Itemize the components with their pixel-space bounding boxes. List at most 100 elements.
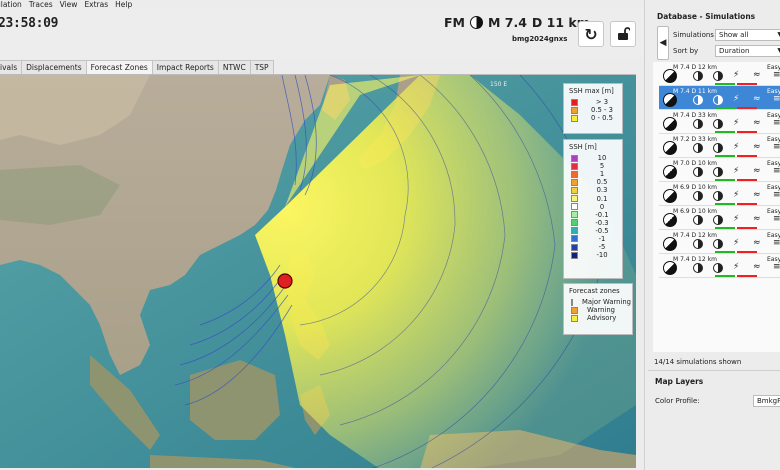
legend-row: -1 [569,235,617,243]
status-bar-alert [737,155,757,157]
status-bar-alert [737,227,757,229]
beachball-icon [663,189,677,203]
simulation-row[interactable]: M 6.9 D 10 kmEasyW⚡≈≡ [659,206,780,230]
tab-5[interactable]: TSP [250,60,274,74]
wave-icon[interactable]: ≈ [753,214,761,224]
source-icon[interactable]: ⚡ [733,166,739,176]
layers-icon[interactable]: ≡ [773,70,780,80]
utc-clock: 23:58:09 [0,16,58,31]
menu-item-2[interactable]: View [60,0,78,9]
simulation-row[interactable]: M 7.4 D 12 kmEasyW⚡≈≡ [659,62,780,86]
legend-row: -5 [569,243,617,251]
source-icon[interactable]: ⚡ [733,94,739,104]
collapse-button[interactable]: ◀ [657,26,669,60]
tsunami-map[interactable]: 150 E SSH max [m] > 30.5 - 30 - 0.5 SSH … [0,74,636,468]
legend-row: 0.3 [569,186,617,194]
status-bar-alert [737,179,757,181]
simulation-row[interactable]: M 7.0 D 10 kmEasyW⚡≈≡ [659,158,780,182]
simulation-row[interactable]: M 7.4 D 11 kmEasyW⚡≈≡ [659,86,780,110]
wave-icon[interactable]: ≈ [753,166,761,176]
wave-icon[interactable]: ≈ [753,118,761,128]
wave-icon[interactable]: ≈ [753,142,761,152]
simulation-row[interactable]: M 7.4 D 12 kmEasyW⚡≈≡ [659,254,780,278]
menu-item-4[interactable]: Help [115,0,132,9]
legend-zones-title: Forecast zones [569,287,627,295]
simulation-list[interactable]: M 7.4 D 12 kmEasyW⚡≈≡M 7.4 D 11 kmEasyW⚡… [653,62,780,352]
wave-icon[interactable]: ≈ [753,262,761,272]
mechanism-icon [693,239,703,249]
simulation-label: M 7.4 D 12 km [673,232,717,239]
legend-row: 0.5 - 3 [569,106,617,114]
legend-row: 5 [569,162,617,170]
legend-label: 1 [587,170,617,178]
simulation-row[interactable]: M 7.2 D 33 kmEasyW⚡≈≡ [659,134,780,158]
status-bar-ok [715,203,735,205]
simulation-label: M 7.4 D 11 km [673,88,717,95]
source-icon[interactable]: ⚡ [733,142,739,152]
wave-icon[interactable]: ≈ [753,238,761,248]
legend-row: 0.5 [569,178,617,186]
tab-4[interactable]: NTWC [218,60,251,74]
simulation-row[interactable]: M 6.9 D 10 kmEasyW⚡≈≡ [659,182,780,206]
map-canvas [0,75,636,468]
menu-item-0[interactable]: ulation [0,0,22,9]
source-icon[interactable]: ⚡ [733,70,739,80]
simulation-row[interactable]: M 7.4 D 33 kmEasyW⚡≈≡ [659,110,780,134]
legend-swatch [571,187,578,194]
wave-icon[interactable]: ≈ [753,70,761,80]
menu-item-3[interactable]: Extras [84,0,108,9]
legend-label: > 3 [587,98,617,106]
sort-select-value: Duration [719,47,749,55]
tab-1[interactable]: Displacements [21,60,86,74]
tab-2[interactable]: Forecast Zones [86,60,153,74]
lock-button[interactable] [610,21,636,47]
mechanism-icon [713,215,723,225]
tab-3[interactable]: Impact Reports [152,60,219,74]
layers-icon[interactable]: ≡ [773,118,780,128]
layers-icon[interactable]: ≡ [773,94,780,104]
legend-row: 0 - 0.5 [569,114,617,122]
source-icon[interactable]: ⚡ [733,238,739,248]
menu-bar: ulation Traces View Extras Help [0,0,640,9]
layers-icon[interactable]: ≡ [773,214,780,224]
legend-swatch [571,315,578,322]
beachball-icon [663,237,677,251]
mechanism-icon [713,191,723,201]
layers-icon[interactable]: ≡ [773,190,780,200]
legend-forecast-zones: Forecast zones Major WarningWarningAdvis… [563,283,633,335]
layers-icon[interactable]: ≡ [773,166,780,176]
legend-label: Major Warning [582,298,631,306]
wave-icon[interactable]: ≈ [753,190,761,200]
status-bar-ok [715,275,735,277]
layers-icon[interactable]: ≡ [773,142,780,152]
tab-bar: rrivalsDisplacementsForecast ZonesImpact… [0,60,273,74]
mechanism-icon [713,167,723,177]
source-icon[interactable]: ⚡ [733,262,739,272]
filter-select[interactable]: Show all ▼ [715,29,780,41]
mechanism-icon [713,71,723,81]
status-bar-alert [737,131,757,133]
refresh-button[interactable]: ↻ [578,21,604,47]
tab-0[interactable]: rrivals [0,60,22,74]
source-icon[interactable]: ⚡ [733,214,739,224]
color-profile-select[interactable]: BmkgP [753,395,780,407]
legend-row: 1 [569,170,617,178]
simulation-row[interactable]: M 7.4 D 12 kmEasyW⚡≈≡ [659,230,780,254]
filter-label: Simulations [673,31,714,39]
menu-item-1[interactable]: Traces [29,0,53,9]
unlock-icon [616,27,630,41]
legend-swatch [571,203,578,210]
layers-icon[interactable]: ≡ [773,238,780,248]
source-icon[interactable]: ⚡ [733,118,739,128]
legend-ssh-title: SSH [m] [569,143,617,151]
wave-icon[interactable]: ≈ [753,94,761,104]
mechanism-icon [693,215,703,225]
layers-icon[interactable]: ≡ [773,262,780,272]
panel-title: Database - Simulations [657,12,755,21]
beachball-icon [663,141,677,155]
sort-select[interactable]: Duration ▼ [715,45,780,57]
mechanism-icon [713,239,723,249]
source-icon[interactable]: ⚡ [733,190,739,200]
status-bar-ok [715,131,735,133]
event-prefix: FM [444,15,465,30]
